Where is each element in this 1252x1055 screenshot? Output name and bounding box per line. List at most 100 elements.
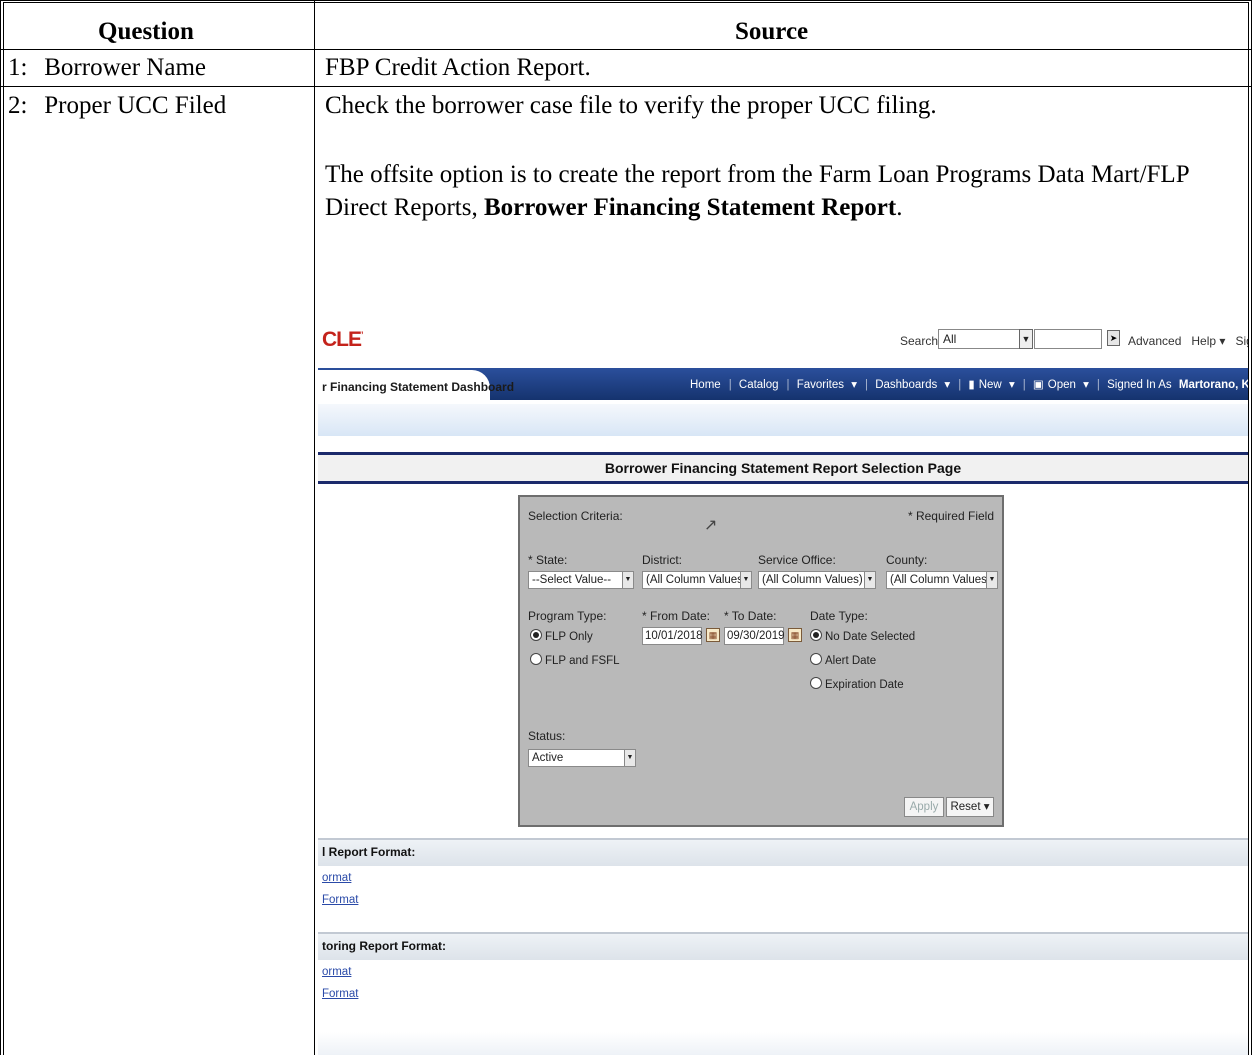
paragraph-end: .	[896, 194, 903, 221]
program-opt2-label: FLP and FSFL	[545, 655, 620, 667]
new-label: New	[978, 379, 1002, 391]
row-1-question: 1: Borrower Name	[8, 52, 206, 84]
header-source: Source	[735, 18, 809, 45]
new-icon: ▮	[968, 379, 975, 391]
chevron-down-icon: ▼	[622, 572, 633, 588]
chevron-down-icon: ▼	[864, 572, 875, 588]
date-alert-radio[interactable]: Alert Date	[810, 653, 876, 667]
monitoring-format-link-2[interactable]: Format	[322, 988, 358, 1000]
logo-text: CLE	[322, 328, 362, 351]
chevron-down-icon: ▼	[624, 750, 635, 766]
date-type-label: Date Type:	[810, 609, 868, 623]
row-2-source-line1: Check the borrower case file to verify t…	[325, 92, 937, 119]
nav-dashboards[interactable]: Dashboards ▾	[875, 379, 950, 391]
reset-label: Reset	[950, 801, 981, 813]
chevron-down-icon: ▼	[740, 572, 751, 588]
status-label: Status:	[528, 729, 566, 743]
search-scope-value: All	[943, 332, 957, 346]
chevron-down-icon: ▼	[1019, 329, 1033, 349]
from-date-label: * From Date:	[642, 609, 711, 623]
nav-links: Home | Catalog | Favorites ▾ | Dashboards ▾…	[690, 377, 1248, 391]
monitoring-format-link-1[interactable]: ormat	[322, 966, 351, 978]
help-menu[interactable]: Help ▾	[1191, 334, 1225, 348]
from-date-field[interactable]: 10/01/2018	[642, 627, 703, 645]
report-name: Borrower Financing Statement Report	[483, 194, 897, 221]
mouse-cursor-icon: ↗	[704, 517, 718, 534]
row-2-question-text: Proper UCC Filed	[44, 92, 227, 119]
state-select[interactable]: --Select Value-- ▼	[528, 571, 634, 589]
selection-heading: Selection Criteria:	[528, 509, 623, 523]
row-1-question-text: Borrower Name	[44, 54, 206, 81]
selection-panel: Selection Criteria: * Required Field * S…	[518, 495, 1004, 827]
page-footer-band	[318, 1032, 1248, 1055]
search-go-icon[interactable]: ➤	[1107, 330, 1120, 346]
row-2-question: 2: Proper UCC Filed	[8, 90, 226, 122]
date-none-radio[interactable]: No Date Selected	[810, 629, 915, 643]
app-header: CLE’ Search All ▼ ➤ Advanced Help ▾ Sig	[318, 320, 1248, 364]
nav-favorites[interactable]: Favorites ▾	[797, 379, 857, 391]
monitoring-report-format-section: toring Report Format:	[318, 932, 1248, 960]
district-label: District:	[642, 553, 682, 567]
report-format-section: l Report Format:	[318, 838, 1248, 866]
advanced-link[interactable]: Advanced	[1128, 334, 1181, 348]
folder-icon: ▣	[1032, 379, 1044, 391]
state-label: * State:	[528, 553, 568, 567]
service-office-value: (All Column Values)	[762, 574, 863, 586]
calendar-icon[interactable]: ▦	[706, 628, 720, 642]
state-value: --Select Value--	[532, 574, 612, 586]
help-label: Help	[1191, 334, 1217, 348]
to-date-field[interactable]: 09/30/2019	[724, 627, 785, 645]
required-note: * Required Field	[907, 509, 994, 523]
search-scope-select[interactable]: All ▼	[938, 329, 1033, 349]
favorites-label: Favorites	[796, 379, 845, 391]
dashboards-label: Dashboards	[875, 379, 938, 391]
nav-new[interactable]: ▮ New ▾	[968, 379, 1014, 391]
to-date-label: * To Date:	[724, 609, 777, 623]
report-screenshot: CLE’ Search All ▼ ➤ Advanced Help ▾ Sig …	[318, 320, 1248, 1055]
program-opt1-label: FLP Only	[545, 631, 593, 643]
dashboard-subbar	[318, 404, 1248, 436]
row-1-source: FBP Credit Action Report.	[325, 54, 591, 81]
program-flp-only-radio[interactable]: FLP Only	[530, 629, 593, 643]
apply-button[interactable]: Apply	[904, 797, 944, 817]
page-title: Borrower Financing Statement Report Sele…	[318, 452, 1248, 484]
header-links: Advanced Help ▾ Sig	[1128, 334, 1248, 348]
column-divider	[314, 0, 315, 1055]
county-value: (All Column Values)	[890, 574, 991, 586]
county-select[interactable]: (All Column Values) ▼	[886, 571, 998, 589]
program-type-label: Program Type:	[528, 609, 607, 623]
nav-catalog[interactable]: Catalog	[739, 379, 779, 391]
search-label: Search	[900, 334, 939, 348]
district-select[interactable]: (All Column Values) ▼	[642, 571, 752, 589]
county-label: County:	[886, 553, 928, 567]
header-question: Question	[98, 18, 194, 45]
service-office-select[interactable]: (All Column Values) ▼	[758, 571, 876, 589]
district-value: (All Column Values)	[646, 574, 747, 586]
date-opt2-label: Alert Date	[825, 655, 877, 667]
row-2-source-paragraph: The offsite option is to create the repo…	[325, 158, 1245, 224]
dashboard-tab[interactable]: r Financing Statement Dashboard	[318, 370, 514, 404]
format-link-2[interactable]: Format	[322, 894, 358, 906]
nav-open[interactable]: ▣ Open ▾	[1033, 379, 1089, 391]
calendar-icon[interactable]: ▦	[788, 628, 802, 642]
row-1-number: 1:	[8, 54, 28, 81]
search-input[interactable]	[1034, 329, 1102, 349]
signed-in-user[interactable]: Martorano, Kristina - FSA, Washingto	[1179, 379, 1248, 391]
open-label: Open	[1047, 379, 1076, 391]
signout-link[interactable]: Sig	[1235, 334, 1248, 348]
reset-button[interactable]: Reset ▾	[946, 797, 994, 817]
date-expiration-radio[interactable]: Expiration Date	[810, 677, 904, 691]
row-2-number: 2:	[8, 92, 28, 119]
status-select[interactable]: Active ▼	[528, 749, 636, 767]
oracle-logo: CLE’	[322, 328, 363, 351]
service-office-label: Service Office:	[758, 553, 836, 567]
nav-home[interactable]: Home	[690, 379, 721, 391]
program-flp-fsfl-radio[interactable]: FLP and FSFL	[530, 653, 620, 667]
header-divider	[0, 49, 1252, 50]
row-divider	[0, 86, 1252, 87]
date-opt1-label: No Date Selected	[825, 631, 916, 643]
format-link-1[interactable]: ormat	[322, 872, 351, 884]
date-opt3-label: Expiration Date	[825, 679, 904, 691]
signed-in-label: Signed In As	[1107, 379, 1172, 391]
chevron-down-icon: ▼	[986, 572, 997, 588]
